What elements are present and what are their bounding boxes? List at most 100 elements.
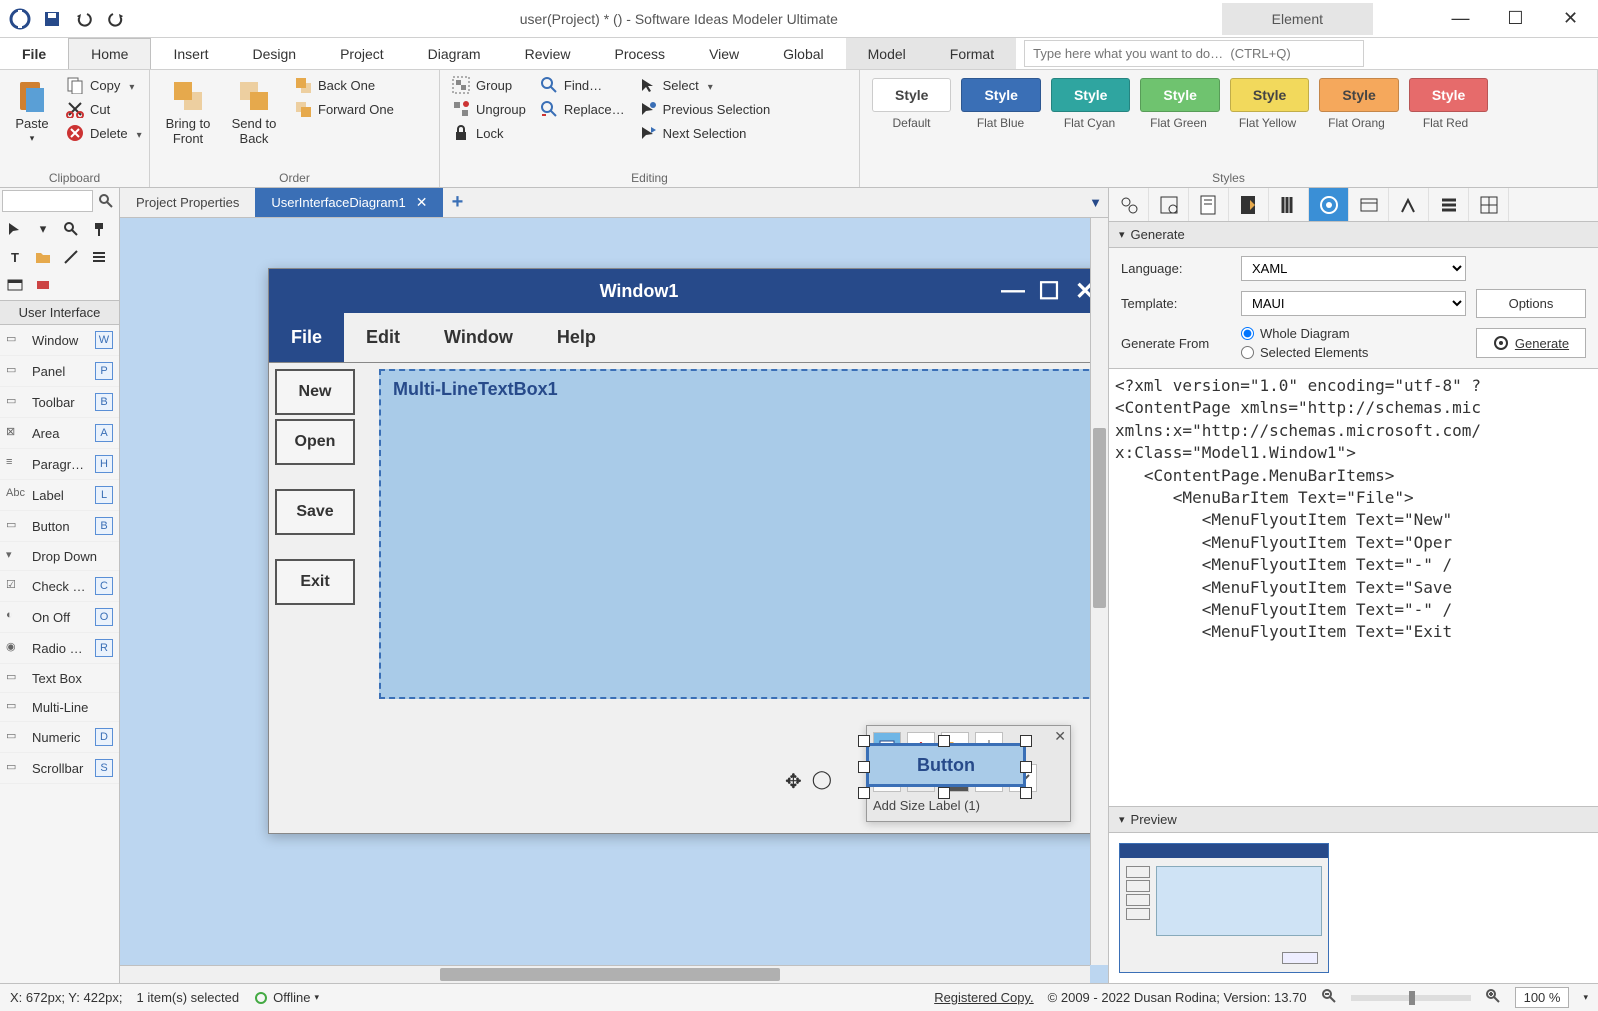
rp-tab-8[interactable] (1389, 188, 1429, 221)
move-handle-icon[interactable]: ✥ (785, 769, 802, 794)
rp-tab-9[interactable] (1429, 188, 1469, 221)
radio-selected-elements[interactable]: Selected Elements (1241, 345, 1466, 360)
toolbox-item-area[interactable]: ⊠AreaA (0, 418, 119, 449)
generated-code-view[interactable]: <?xml version="1.0" encoding="utf-8" ? <… (1109, 368, 1598, 806)
sel-handle[interactable] (858, 761, 870, 773)
preview-section-header[interactable]: ▾ Preview (1109, 806, 1598, 833)
toolbox-search-input[interactable] (2, 190, 93, 212)
toolbox-item-radio-button[interactable]: ◉Radio ButtonR (0, 633, 119, 664)
rp-tab-3[interactable] (1189, 188, 1229, 221)
toolbox-item-on-off[interactable]: ◐On OffO (0, 602, 119, 633)
tab-overflow-icon[interactable]: ▼ (1083, 188, 1108, 217)
menu-project[interactable]: Project (318, 38, 406, 69)
contextual-tab-element[interactable]: Element (1222, 3, 1373, 35)
style-swatch-flat-yellow[interactable]: Style (1230, 78, 1309, 112)
rp-tab-10[interactable] (1469, 188, 1509, 221)
toolbox-search-icon[interactable] (95, 190, 117, 212)
status-registered[interactable]: Registered Copy. (934, 990, 1033, 1005)
mock-menu-file[interactable]: File (269, 313, 344, 362)
toolbox-item-label[interactable]: AbcLabelL (0, 480, 119, 511)
mock-menu-edit[interactable]: Edit (344, 313, 422, 362)
sel-handle[interactable] (1020, 787, 1032, 799)
cursor-tool-icon[interactable] (4, 218, 26, 240)
dropdown-tool-icon[interactable]: ▾ (32, 218, 54, 240)
mock-multiline-textbox[interactable]: Multi-LineTextBox1 (379, 369, 1099, 699)
list-tool-icon[interactable] (88, 246, 110, 268)
menu-design[interactable]: Design (231, 38, 319, 69)
radio-whole-diagram[interactable]: Whole Diagram (1241, 326, 1466, 341)
redo-icon[interactable] (102, 5, 130, 33)
menu-file[interactable]: File (0, 38, 68, 69)
sel-handle[interactable] (938, 735, 950, 747)
find-button[interactable]: Find… (536, 74, 629, 96)
options-button[interactable]: Options (1476, 289, 1586, 318)
zoom-value[interactable]: 100 % (1515, 987, 1570, 1008)
delete-button[interactable]: Delete (62, 122, 146, 144)
maximize-button[interactable]: ☐ (1488, 1, 1543, 37)
replace-button[interactable]: Replace… (536, 98, 629, 120)
toolbox-item-drop-down[interactable]: ▾Drop Down (0, 542, 119, 571)
select-button[interactable]: Select (635, 74, 775, 96)
sel-handle[interactable] (1020, 761, 1032, 773)
close-button[interactable]: ✕ (1543, 1, 1598, 37)
menu-process[interactable]: Process (592, 38, 687, 69)
ungroup-button[interactable]: Ungroup (448, 98, 530, 120)
template-select[interactable]: MAUI (1241, 291, 1466, 316)
container-tool-icon[interactable] (4, 274, 26, 296)
mock-menuitem-save[interactable]: Save (275, 489, 355, 535)
close-tab-icon[interactable]: ✕ (416, 194, 428, 211)
save-icon[interactable] (38, 5, 66, 33)
sel-handle[interactable] (858, 787, 870, 799)
toolbox-item-toolbar[interactable]: ▭ToolbarB (0, 387, 119, 418)
rp-tab-5[interactable] (1269, 188, 1309, 221)
menu-review[interactable]: Review (503, 38, 593, 69)
bring-to-front-button[interactable]: Bring to Front (158, 74, 218, 150)
context-close-icon[interactable]: ✕ (1054, 728, 1066, 745)
menu-model[interactable]: Model (846, 38, 928, 69)
toolbox-item-paragraph[interactable]: ≡ParagraphH (0, 449, 119, 480)
tab-ui-diagram[interactable]: UserInterfaceDiagram1✕ (255, 188, 443, 217)
next-selection-button[interactable]: Next Selection (635, 122, 775, 144)
folder-tool-icon[interactable] (32, 246, 54, 268)
toolbox-item-check-box[interactable]: ☑Check BoxC (0, 571, 119, 602)
zoom-in-icon[interactable] (1485, 988, 1501, 1007)
style-swatch-flat-green[interactable]: Style (1140, 78, 1219, 112)
toolbox-item-scrollbar[interactable]: ▭ScrollbarS (0, 753, 119, 784)
help-search-input[interactable] (1024, 40, 1364, 67)
undo-icon[interactable] (70, 5, 98, 33)
rp-tab-2[interactable] (1149, 188, 1189, 221)
group-button[interactable]: Group (448, 74, 530, 96)
tab-project-properties[interactable]: Project Properties (120, 188, 255, 217)
format-painter-icon[interactable] (88, 218, 110, 240)
mock-menuitem-new[interactable]: New (275, 369, 355, 415)
toolbox-item-panel[interactable]: ▭PanelP (0, 356, 119, 387)
canvas-vscrollbar[interactable] (1090, 218, 1108, 965)
style-swatch-flat-blue[interactable]: Style (961, 78, 1040, 112)
toolbox-item-text-box[interactable]: ▭Text Box (0, 664, 119, 693)
mock-menu-window[interactable]: Window (422, 313, 535, 362)
menu-format[interactable]: Format (928, 38, 1016, 69)
app-icon[interactable] (6, 5, 34, 33)
mock-menu-help[interactable]: Help (535, 313, 618, 362)
menu-insert[interactable]: Insert (151, 38, 230, 69)
forward-one-button[interactable]: Forward One (290, 98, 398, 120)
rp-tab-4[interactable] (1229, 188, 1269, 221)
mock-menuitem-open[interactable]: Open (275, 419, 355, 465)
text-tool-icon[interactable]: T (4, 246, 26, 268)
cut-button[interactable]: Cut (62, 98, 146, 120)
canvas[interactable]: Window1 — ☐ ✕ FileEditWindowHelp NewOpen… (120, 218, 1108, 983)
menu-home[interactable]: Home (68, 38, 151, 69)
style-swatch-default[interactable]: Style (872, 78, 951, 112)
zoom-tool-icon[interactable] (60, 218, 82, 240)
rp-tab-1[interactable] (1109, 188, 1149, 221)
toolbox-item-window[interactable]: ▭WindowW (0, 325, 119, 356)
zoom-slider[interactable] (1351, 995, 1471, 1001)
minimize-button[interactable]: — (1433, 1, 1488, 37)
generate-section-header[interactable]: ▾ Generate (1109, 222, 1598, 248)
paste-button[interactable]: Paste ▾ (8, 74, 56, 148)
toolbox-item-multi-line[interactable]: ▭Multi-Line (0, 693, 119, 722)
style-swatch-flat-cyan[interactable]: Style (1051, 78, 1130, 112)
rect-tool-icon[interactable] (32, 274, 54, 296)
mock-menuitem-exit[interactable]: Exit (275, 559, 355, 605)
sel-handle[interactable] (1020, 735, 1032, 747)
